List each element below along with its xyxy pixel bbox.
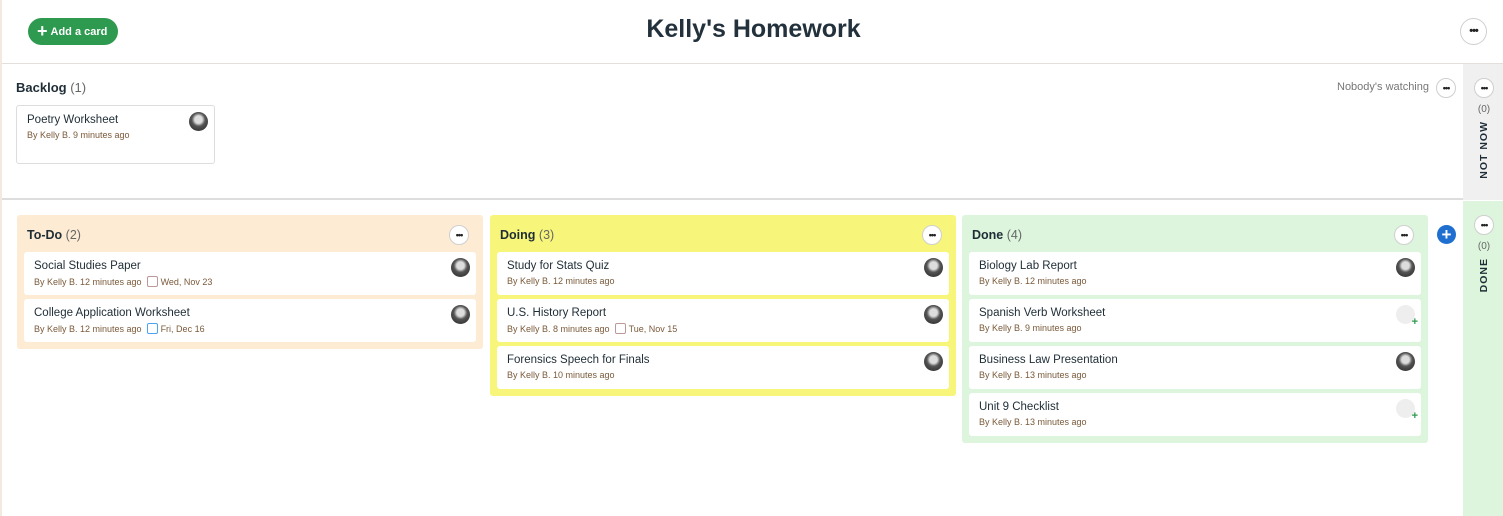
card-meta: By Kelly B. 9 minutes ago	[979, 323, 1082, 333]
avatar	[1396, 258, 1415, 277]
card[interactable]: College Application Worksheet By Kelly B.…	[24, 299, 476, 342]
backlog-section: Backlog (1) Nobody's watching ••• Poetry…	[2, 64, 1463, 200]
column-done: Done (4) ••• Biology Lab Report By Kelly B.…	[962, 215, 1428, 443]
header: + Add a card Kelly's Homework •••	[2, 0, 1503, 64]
card-title: Social Studies Paper	[34, 260, 141, 272]
assign-user-icon[interactable]	[1396, 305, 1418, 328]
card-title: U.S. History Report	[507, 307, 607, 319]
avatar	[189, 112, 208, 131]
column-title: Done (4)	[972, 228, 1023, 242]
watching-status[interactable]: Nobody's watching	[1337, 81, 1429, 93]
card-meta: By Kelly B. 13 minutes ago	[979, 370, 1087, 380]
avatar	[1396, 352, 1415, 371]
card-meta: By Kelly B. 13 minutes ago	[979, 417, 1087, 427]
avatar	[451, 305, 470, 324]
card-title: Biology Lab Report	[979, 260, 1077, 272]
board-menu-button[interactable]: •••	[1460, 18, 1487, 45]
card-meta: By Kelly B. 12 minutes ago	[507, 276, 615, 286]
not-now-panel[interactable]: ••• (0) NOT NOW	[1463, 64, 1503, 200]
done-panel[interactable]: ••• (0) DONE	[1463, 201, 1503, 516]
calendar-icon	[146, 323, 158, 334]
card-title: Business Law Presentation	[979, 354, 1118, 366]
backlog-title: Backlog (1)	[16, 80, 87, 95]
card[interactable]: Unit 9 Checklist By Kelly B. 13 minutes a…	[969, 393, 1421, 436]
column-title: Doing (3)	[500, 228, 555, 242]
avatar	[924, 258, 943, 277]
column-to-do: To-Do (2) ••• Social Studies Paper By Kelly…	[17, 215, 483, 349]
not-now-menu-button[interactable]: •••	[1474, 78, 1494, 98]
avatar	[451, 258, 470, 277]
avatar	[924, 305, 943, 324]
card-title: Spanish Verb Worksheet	[979, 307, 1106, 319]
card-title: College Application Worksheet	[34, 307, 190, 319]
column-menu-button[interactable]: •••	[922, 225, 942, 245]
board-title: Kelly's Homework	[646, 15, 861, 43]
add-column-button[interactable]: +	[1437, 225, 1456, 244]
calendar-icon	[146, 276, 158, 287]
due-date: Wed, Nov 23	[160, 276, 213, 287]
assign-user-icon[interactable]	[1396, 399, 1418, 422]
card[interactable]: U.S. History Report By Kelly B. 8 minutes…	[497, 299, 949, 342]
due-date: Fri, Dec 16	[160, 323, 205, 334]
calendar-icon	[614, 323, 626, 334]
card[interactable]: Biology Lab Report By Kelly B. 12 minutes…	[969, 252, 1421, 295]
card[interactable]: Spanish Verb Worksheet By Kelly B. 9 minu…	[969, 299, 1421, 342]
card[interactable]: Business Law Presentation By Kelly B. 13 …	[969, 346, 1421, 389]
card-meta: By Kelly B. 12 minutes ago	[979, 276, 1087, 286]
avatar	[924, 352, 943, 371]
card[interactable]: Social Studies Paper By Kelly B. 12 minut…	[24, 252, 476, 295]
column-doing: Doing (3) ••• Study for Stats Quiz By Kelly…	[490, 215, 956, 396]
card-meta: By Kelly B. 12 minutes ago Fri, Dec 16	[34, 323, 205, 334]
card-title: Study for Stats Quiz	[507, 260, 610, 272]
due-date: Tue, Nov 15	[628, 323, 678, 334]
backlog-menu-button[interactable]: •••	[1436, 78, 1456, 98]
card-meta: By Kelly B. 12 minutes ago Wed, Nov 23	[34, 276, 213, 287]
card-poetry-worksheet[interactable]: Poetry Worksheet By Kelly B. 9 minutes a…	[16, 105, 215, 164]
card-title: Unit 9 Checklist	[979, 401, 1059, 413]
card[interactable]: Forensics Speech for Finals By Kelly B. 1…	[497, 346, 949, 389]
column-title: To-Do (2)	[27, 228, 81, 242]
card-title: Forensics Speech for Finals	[507, 354, 650, 366]
column-menu-button[interactable]: •••	[1394, 225, 1414, 245]
done-panel-menu-button[interactable]: •••	[1474, 215, 1494, 235]
column-menu-button[interactable]: •••	[449, 225, 469, 245]
card-meta: By Kelly B. 10 minutes ago	[507, 370, 615, 380]
card-meta: By Kelly B. 8 minutes ago Tue, Nov 15	[507, 323, 678, 334]
card[interactable]: Study for Stats Quiz By Kelly B. 12 minut…	[497, 252, 949, 295]
